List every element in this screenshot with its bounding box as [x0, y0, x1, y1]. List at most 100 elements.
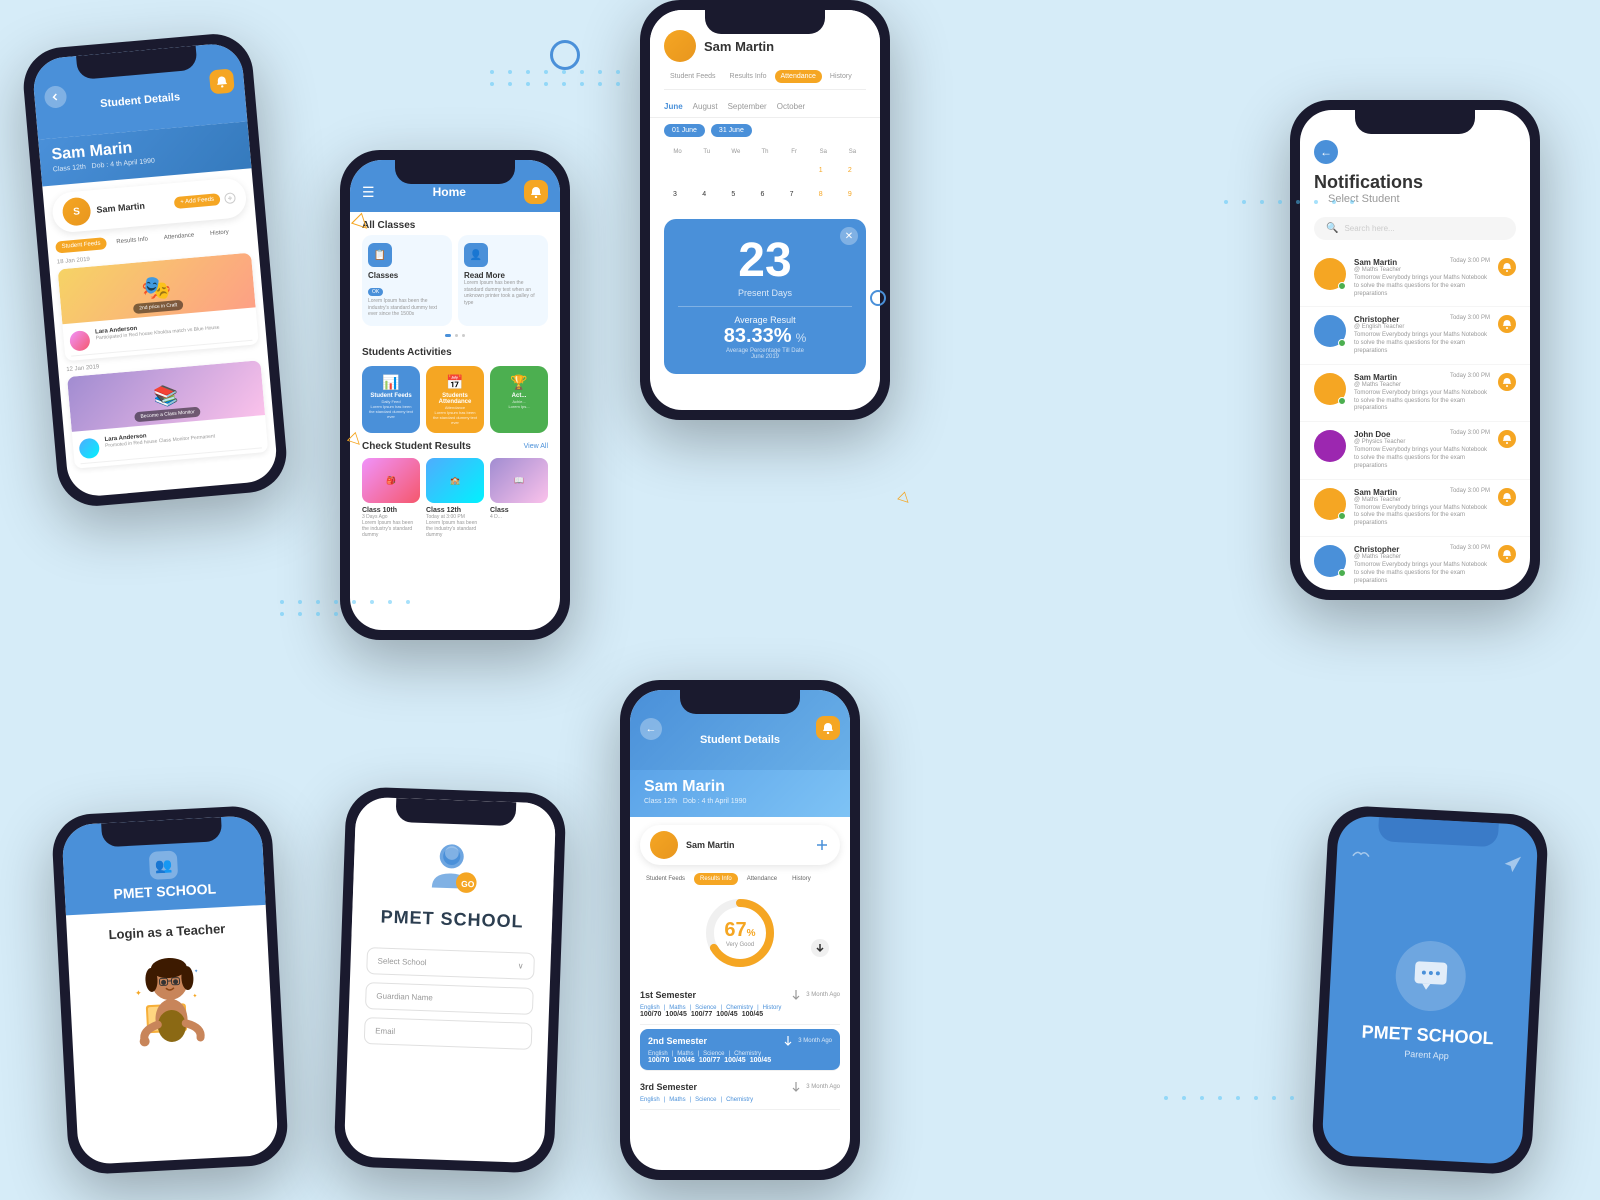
semester-title: 1st Semester	[640, 990, 696, 1000]
notif-name: Christopher	[1354, 545, 1401, 554]
svg-text:GO: GO	[461, 878, 475, 888]
tab-history[interactable]: History	[786, 873, 817, 885]
readmore-icon: 👤	[464, 243, 488, 267]
bell-icon[interactable]	[209, 68, 235, 94]
date-from-btn[interactable]: 01 June	[664, 124, 705, 137]
notification-item[interactable]: Christopher @ Maths Teacher Today 3:00 P…	[1300, 537, 1530, 590]
avg-date: June 2019	[678, 354, 852, 360]
back-button[interactable]: ←	[640, 718, 662, 740]
avatar: S	[61, 196, 91, 226]
tab-history[interactable]: History	[204, 226, 236, 241]
tab-attendance[interactable]: Attendance	[157, 229, 200, 245]
notif-time: Today 3:00 PM	[1450, 430, 1490, 436]
activity-achievements[interactable]: 🏆 Act... Achie... Lorem Ips...	[490, 366, 548, 433]
tab-results[interactable]: Results Info	[724, 70, 773, 83]
tabs-row: Student Feeds Results Info Attendance Hi…	[664, 70, 866, 90]
semester-title: 2nd Semester	[648, 1036, 707, 1046]
notif-badge	[1498, 430, 1516, 448]
phone-home: ☰ Home All Classes 📋 Classes OK Lorem Ip…	[340, 150, 570, 640]
notification-item[interactable]: Christopher @ English Teacher Today 3:00…	[1300, 307, 1530, 364]
notch	[1355, 110, 1475, 134]
menu-icon[interactable]: ☰	[362, 184, 375, 201]
month-june[interactable]: June	[664, 102, 683, 111]
phone-parent-app: PMET SCHOOL Parent App	[1311, 804, 1550, 1175]
notification-item[interactable]: Sam Martin @ Maths Teacher Today 3:00 PM…	[1300, 250, 1530, 307]
activity-student-feeds[interactable]: 📊 Student Feeds Daily Feed Lorem Ipsum h…	[362, 366, 420, 433]
semester-date: 3 Month Ago	[806, 992, 840, 998]
calendar-grid: Mo Tu We Th Fr Sa Sa 1 2 3 4 5	[650, 143, 880, 213]
classes-icon: 📋	[368, 243, 392, 267]
section-all-classes: All Classes	[350, 212, 560, 235]
notif-text: Tomorrow Everybody brings your Maths Not…	[1354, 390, 1490, 413]
download-icon[interactable]	[790, 989, 802, 1001]
month-august[interactable]: August	[693, 102, 718, 111]
download-icon[interactable]	[782, 1035, 794, 1047]
tab-attendance[interactable]: Attendance	[741, 873, 783, 885]
person-illustration: GO	[423, 840, 485, 902]
svg-text:✦: ✦	[194, 968, 199, 974]
month-october[interactable]: October	[777, 102, 805, 111]
view-all-link[interactable]: View All	[524, 443, 548, 450]
notch	[680, 690, 800, 714]
notification-item[interactable]: Sam Martin @ Maths Teacher Today 3:00 PM…	[1300, 480, 1530, 537]
phone-teacher-login: 👥 PMET SCHOOL Login as a Teacher	[51, 804, 290, 1175]
date-to-btn[interactable]: 31 June	[711, 124, 752, 137]
attendance-card: ✕ 23 Present Days Average Result 83.33% …	[664, 219, 866, 374]
notif-name: Sam Martin	[1354, 373, 1401, 382]
month-september[interactable]: September	[728, 102, 767, 111]
search-bar[interactable]: 🔍 Search here...	[1314, 217, 1516, 240]
class-card-classes: 📋 Classes OK Lorem Ipsum has been the in…	[362, 235, 452, 326]
download-icon[interactable]	[810, 938, 830, 958]
notif-time: Today 3:00 PM	[1450, 258, 1490, 264]
tab-results[interactable]: Results Info	[694, 873, 738, 885]
notch	[395, 160, 515, 184]
chevron-down-icon: ∨	[518, 961, 524, 970]
online-indicator	[1338, 397, 1346, 405]
dot-active	[445, 334, 451, 337]
notif-avatar	[1314, 545, 1346, 577]
phone-attendance: Sam Martin Student Feeds Results Info At…	[640, 0, 890, 420]
notification-item[interactable]: John Doe @ Physics Teacher Today 3:00 PM…	[1300, 422, 1530, 479]
triangle-deco: ▷	[896, 489, 916, 509]
activity-label: Students Attendance	[432, 393, 478, 405]
tab-feeds[interactable]: Student Feeds	[640, 873, 691, 885]
avg-percentage: 83.33%	[724, 325, 792, 348]
download-icon[interactable]	[790, 1081, 802, 1093]
class-text: Lorem Ipsum has been the industry's stan…	[368, 298, 446, 318]
online-indicator	[1338, 282, 1346, 290]
tab-history[interactable]: History	[824, 70, 858, 83]
tab-results-info[interactable]: Results Info	[110, 233, 155, 249]
tab-feeds[interactable]: Student Feeds	[664, 70, 722, 83]
back-button[interactable]: ←	[1314, 140, 1338, 164]
tab-attendance[interactable]: Attendance	[775, 70, 822, 83]
add-feeds-button[interactable]: + Add Feeds	[174, 193, 221, 209]
tabs-row: Student Feeds Results Info Attendance Hi…	[630, 873, 850, 885]
email-input[interactable]: Email	[364, 1017, 533, 1050]
activity-attendance[interactable]: 📅 Students Attendance Attendance Lorem I…	[426, 366, 484, 433]
back-button[interactable]	[44, 85, 68, 109]
class-name: Classes	[368, 271, 446, 280]
activity-sub: Lorem Ips...	[508, 404, 529, 409]
notif-time: Today 3:00 PM	[1450, 373, 1490, 379]
close-button[interactable]: ✕	[840, 227, 858, 245]
avatar	[664, 30, 696, 62]
notif-time: Today 3:00 PM	[1450, 488, 1490, 494]
app-icon: 👥	[149, 850, 178, 879]
bell-icon[interactable]	[524, 180, 548, 204]
notif-name: Christopher	[1354, 315, 1404, 324]
app-name: PMET SCHOOL	[380, 906, 524, 932]
notification-item[interactable]: Sam Martin @ Maths Teacher Today 3:00 PM…	[1300, 365, 1530, 422]
guardian-name-input[interactable]: Guardian Name	[365, 982, 534, 1015]
bell-icon[interactable]	[816, 716, 840, 740]
dots-pattern	[1164, 1096, 1300, 1100]
tab-student-feeds[interactable]: Student Feeds	[55, 237, 107, 253]
phone-student-results: ← Student Details Sam Marin Class 12th D…	[620, 680, 860, 1180]
online-indicator	[1338, 339, 1346, 347]
notif-badge	[1498, 315, 1516, 333]
deco-circle	[550, 40, 580, 70]
avatar	[650, 831, 678, 859]
notif-text: Tomorrow Everybody brings your Maths Not…	[1354, 275, 1490, 298]
result-class-other: 📖 Class 4 D...	[490, 458, 548, 538]
select-school-dropdown[interactable]: Select School ∨	[366, 947, 535, 980]
class-name: Read More	[464, 271, 542, 280]
